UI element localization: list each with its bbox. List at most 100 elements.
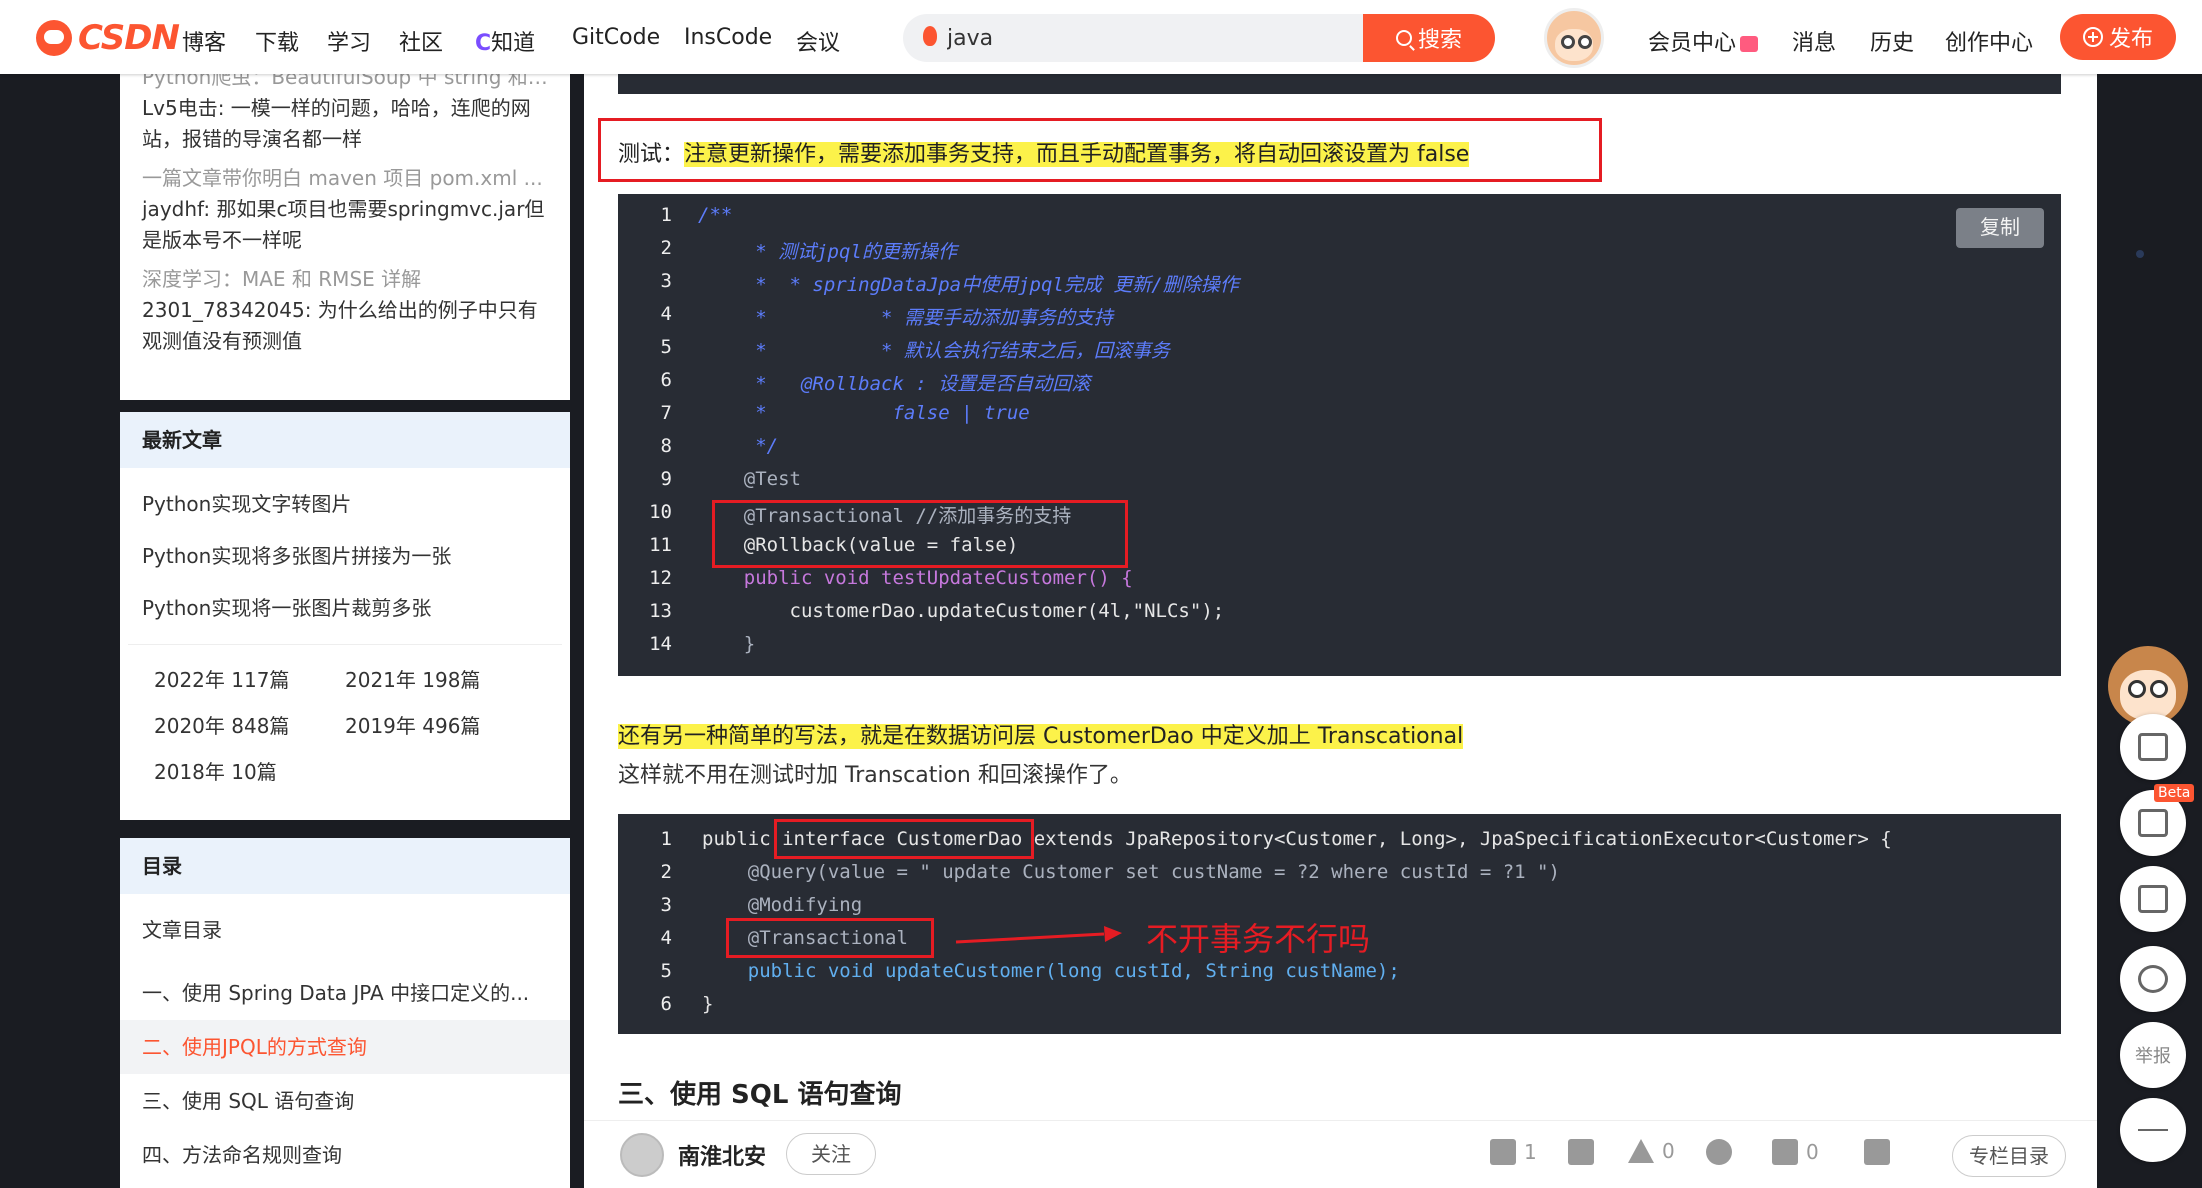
- search-icon: [1395, 30, 1412, 46]
- latest-article-item[interactable]: Python实现文字转图片: [142, 478, 548, 530]
- code-line: */: [698, 435, 779, 457]
- edit-fab[interactable]: [2120, 866, 2186, 932]
- test-note: 测试：注意更新操作，需要添加事务支持，而且手动配置事务，将自动回滚设置为 fal…: [618, 142, 1470, 167]
- code-line: * false | true: [698, 402, 1030, 424]
- plus-icon: [2082, 27, 2103, 47]
- top-nav: CSDN 博客 下载 学习 社区 C知道 GitCode InsCode 会议 …: [0, 0, 2202, 74]
- chart-icon: [2138, 733, 2168, 761]
- nav-link-inscode[interactable]: InsCode: [684, 25, 772, 50]
- back-to-top-button[interactable]: [2120, 1098, 2186, 1162]
- thumb-up-icon: [1490, 1139, 1516, 1165]
- archive-item[interactable]: 2022年 117篇: [154, 657, 345, 703]
- copy-button[interactable]: 复制: [1956, 208, 2044, 248]
- comment-button[interactable]: 0: [1772, 1139, 1819, 1165]
- section-heading: 三、使用 SQL 语句查询: [618, 1080, 902, 1110]
- toc-item[interactable]: 三、使用 SQL 语句查询: [120, 1074, 570, 1128]
- author-avatar[interactable]: [620, 1133, 664, 1177]
- latest-articles-card: 最新文章 Python实现文字转图片 Python实现将多张图片拼接为一张 Py…: [120, 412, 570, 820]
- latest-article-item[interactable]: Python实现将多张图片拼接为一张: [142, 530, 548, 582]
- beta-badge: Beta: [2154, 784, 2195, 802]
- code-line: * * springDataJpa中使用jpql完成 更新/删除操作: [698, 274, 1239, 296]
- code-line: }: [698, 633, 756, 655]
- follow-button[interactable]: 关注: [786, 1133, 876, 1175]
- previous-code-block-end: [618, 74, 2061, 94]
- back-to-top-icon: [2138, 1129, 2168, 1131]
- user-avatar[interactable]: [1544, 8, 1604, 68]
- chart-fab[interactable]: [2120, 714, 2186, 780]
- nav-vip-center[interactable]: 会员中心: [1648, 25, 1759, 57]
- hot-flame-icon: [923, 26, 937, 46]
- nav-link-community[interactable]: 社区: [399, 25, 443, 57]
- zhidao-icon: C: [475, 31, 492, 56]
- article-content: 测试：注意更新操作，需要添加事务支持，而且手动配置事务，将自动回滚设置为 fal…: [584, 74, 2097, 1188]
- nav-creation-center[interactable]: 创作中心: [1945, 25, 2033, 57]
- share-button[interactable]: [1864, 1139, 1890, 1165]
- search-bar: 搜索: [903, 14, 1495, 62]
- monkey-logo-icon: [36, 20, 72, 56]
- nav-link-blog[interactable]: 博客: [182, 25, 226, 57]
- edit-icon: [2138, 885, 2168, 913]
- annotation-arrow-icon: [955, 926, 1122, 944]
- search-input[interactable]: [947, 22, 1247, 54]
- csdn-logo[interactable]: CSDN: [36, 18, 180, 58]
- toc-item[interactable]: 一、使用 Spring Data JPA 中接口定义的...: [120, 966, 570, 1020]
- code-line: /**: [698, 204, 733, 226]
- code-line: @Query(value = " update Customer set cus…: [702, 861, 1560, 883]
- toc-heading[interactable]: 文章目录: [120, 894, 570, 966]
- toc-item[interactable]: 四、方法命名规则查询: [120, 1128, 570, 1182]
- star-icon: [1628, 1139, 1654, 1163]
- annotation-box: [774, 819, 1034, 859]
- like-button[interactable]: 1: [1490, 1139, 1537, 1165]
- recent-comments: Python爬虫：BeautifulSoup 中 string 和 ... Lv…: [120, 65, 570, 400]
- archive-item[interactable]: 2019年 496篇: [345, 703, 536, 749]
- latest-articles-title: 最新文章: [120, 412, 570, 468]
- code-line: * * 默认会执行结束之后，回滚事务: [698, 340, 1170, 362]
- headset-icon: [2138, 965, 2168, 993]
- code-block-2: 1 public interface CustomerDao extends Jp…: [618, 814, 2061, 1034]
- search-button[interactable]: 搜索: [1363, 14, 1495, 62]
- paragraph: 这样就不用在测试时加 Transcation 和回滚操作了。: [618, 763, 1132, 788]
- code-line: customerDao.updateCustomer(4l,"NLCs");: [698, 600, 1225, 622]
- publish-button[interactable]: 发布: [2060, 14, 2176, 60]
- annotation-text: 不开事务不行吗: [1146, 920, 1371, 958]
- latest-article-item[interactable]: Python实现将一张图片裁剪多张: [142, 582, 548, 634]
- code-line: @Test: [698, 468, 801, 490]
- code-line: * 测试jpql的更新操作: [698, 241, 957, 263]
- toc-item-active[interactable]: 二、使用JPQL的方式查询: [120, 1020, 570, 1074]
- archive-list: 2022年 117篇 2021年 198篇 2020年 848篇 2019年 4…: [128, 644, 562, 807]
- code-block-1: 复制 1/** 2 * 测试jpql的更新操作 3 * * springData…: [618, 194, 2061, 676]
- nav-link-download[interactable]: 下载: [255, 25, 299, 57]
- comment-body: 2301_78342045: 为什么给出的例子中只有观测值没有预测值: [142, 298, 538, 353]
- support-fab[interactable]: [2120, 946, 2186, 1012]
- dislike-button[interactable]: [1568, 1139, 1594, 1165]
- archive-item[interactable]: 2020年 848篇: [154, 703, 345, 749]
- decorative-dot: [2136, 250, 2144, 258]
- bottom-toolbar: 南淮北安 关注 1 0 0 专栏目录: [584, 1120, 2097, 1188]
- favorite-button[interactable]: 0: [1628, 1139, 1675, 1163]
- annotation-box: [712, 500, 1128, 568]
- comment-article-title[interactable]: 一篇文章带你明白 maven 项目 pom.xml ...: [142, 163, 548, 194]
- annotation-box: [726, 918, 934, 958]
- author-name[interactable]: 南淮北安: [678, 1139, 766, 1171]
- archive-item[interactable]: 2018年 10篇: [154, 749, 345, 795]
- code-line: @Modifying: [702, 894, 863, 916]
- yen-icon: [1706, 1139, 1732, 1165]
- comment-article-title[interactable]: 深度学习：MAE 和 RMSE 详解: [142, 264, 548, 295]
- archive-item[interactable]: 2021年 198篇: [345, 657, 536, 703]
- nav-link-meeting[interactable]: 会议: [796, 25, 840, 57]
- comment-body: Lv5电击: 一模一样的问题，哈哈，连爬的网站，报错的导演名都一样: [142, 96, 531, 151]
- comment-body: jaydhf: 那如果c项目也需要springmvc.jar但是版本号不一样呢: [142, 197, 545, 252]
- nav-link-gitcode[interactable]: GitCode: [572, 25, 660, 50]
- code-line: public void testUpdateCustomer() {: [698, 567, 1133, 589]
- nav-messages[interactable]: 消息: [1792, 25, 1836, 57]
- code-line: * * 需要手动添加事务的支持: [698, 307, 1113, 329]
- column-menu-button[interactable]: 专栏目录: [1952, 1135, 2066, 1177]
- nav-history[interactable]: 历史: [1870, 25, 1914, 57]
- nav-link-learn[interactable]: 学习: [327, 25, 371, 57]
- report-button[interactable]: 举报: [2120, 1022, 2186, 1088]
- nav-link-zhidao[interactable]: C知道: [475, 25, 535, 57]
- reward-button[interactable]: [1706, 1139, 1732, 1165]
- comment-icon: [1772, 1139, 1798, 1165]
- code-line: * @Rollback : 设置是否自动回滚: [698, 373, 1091, 395]
- share-icon: [1864, 1139, 1890, 1165]
